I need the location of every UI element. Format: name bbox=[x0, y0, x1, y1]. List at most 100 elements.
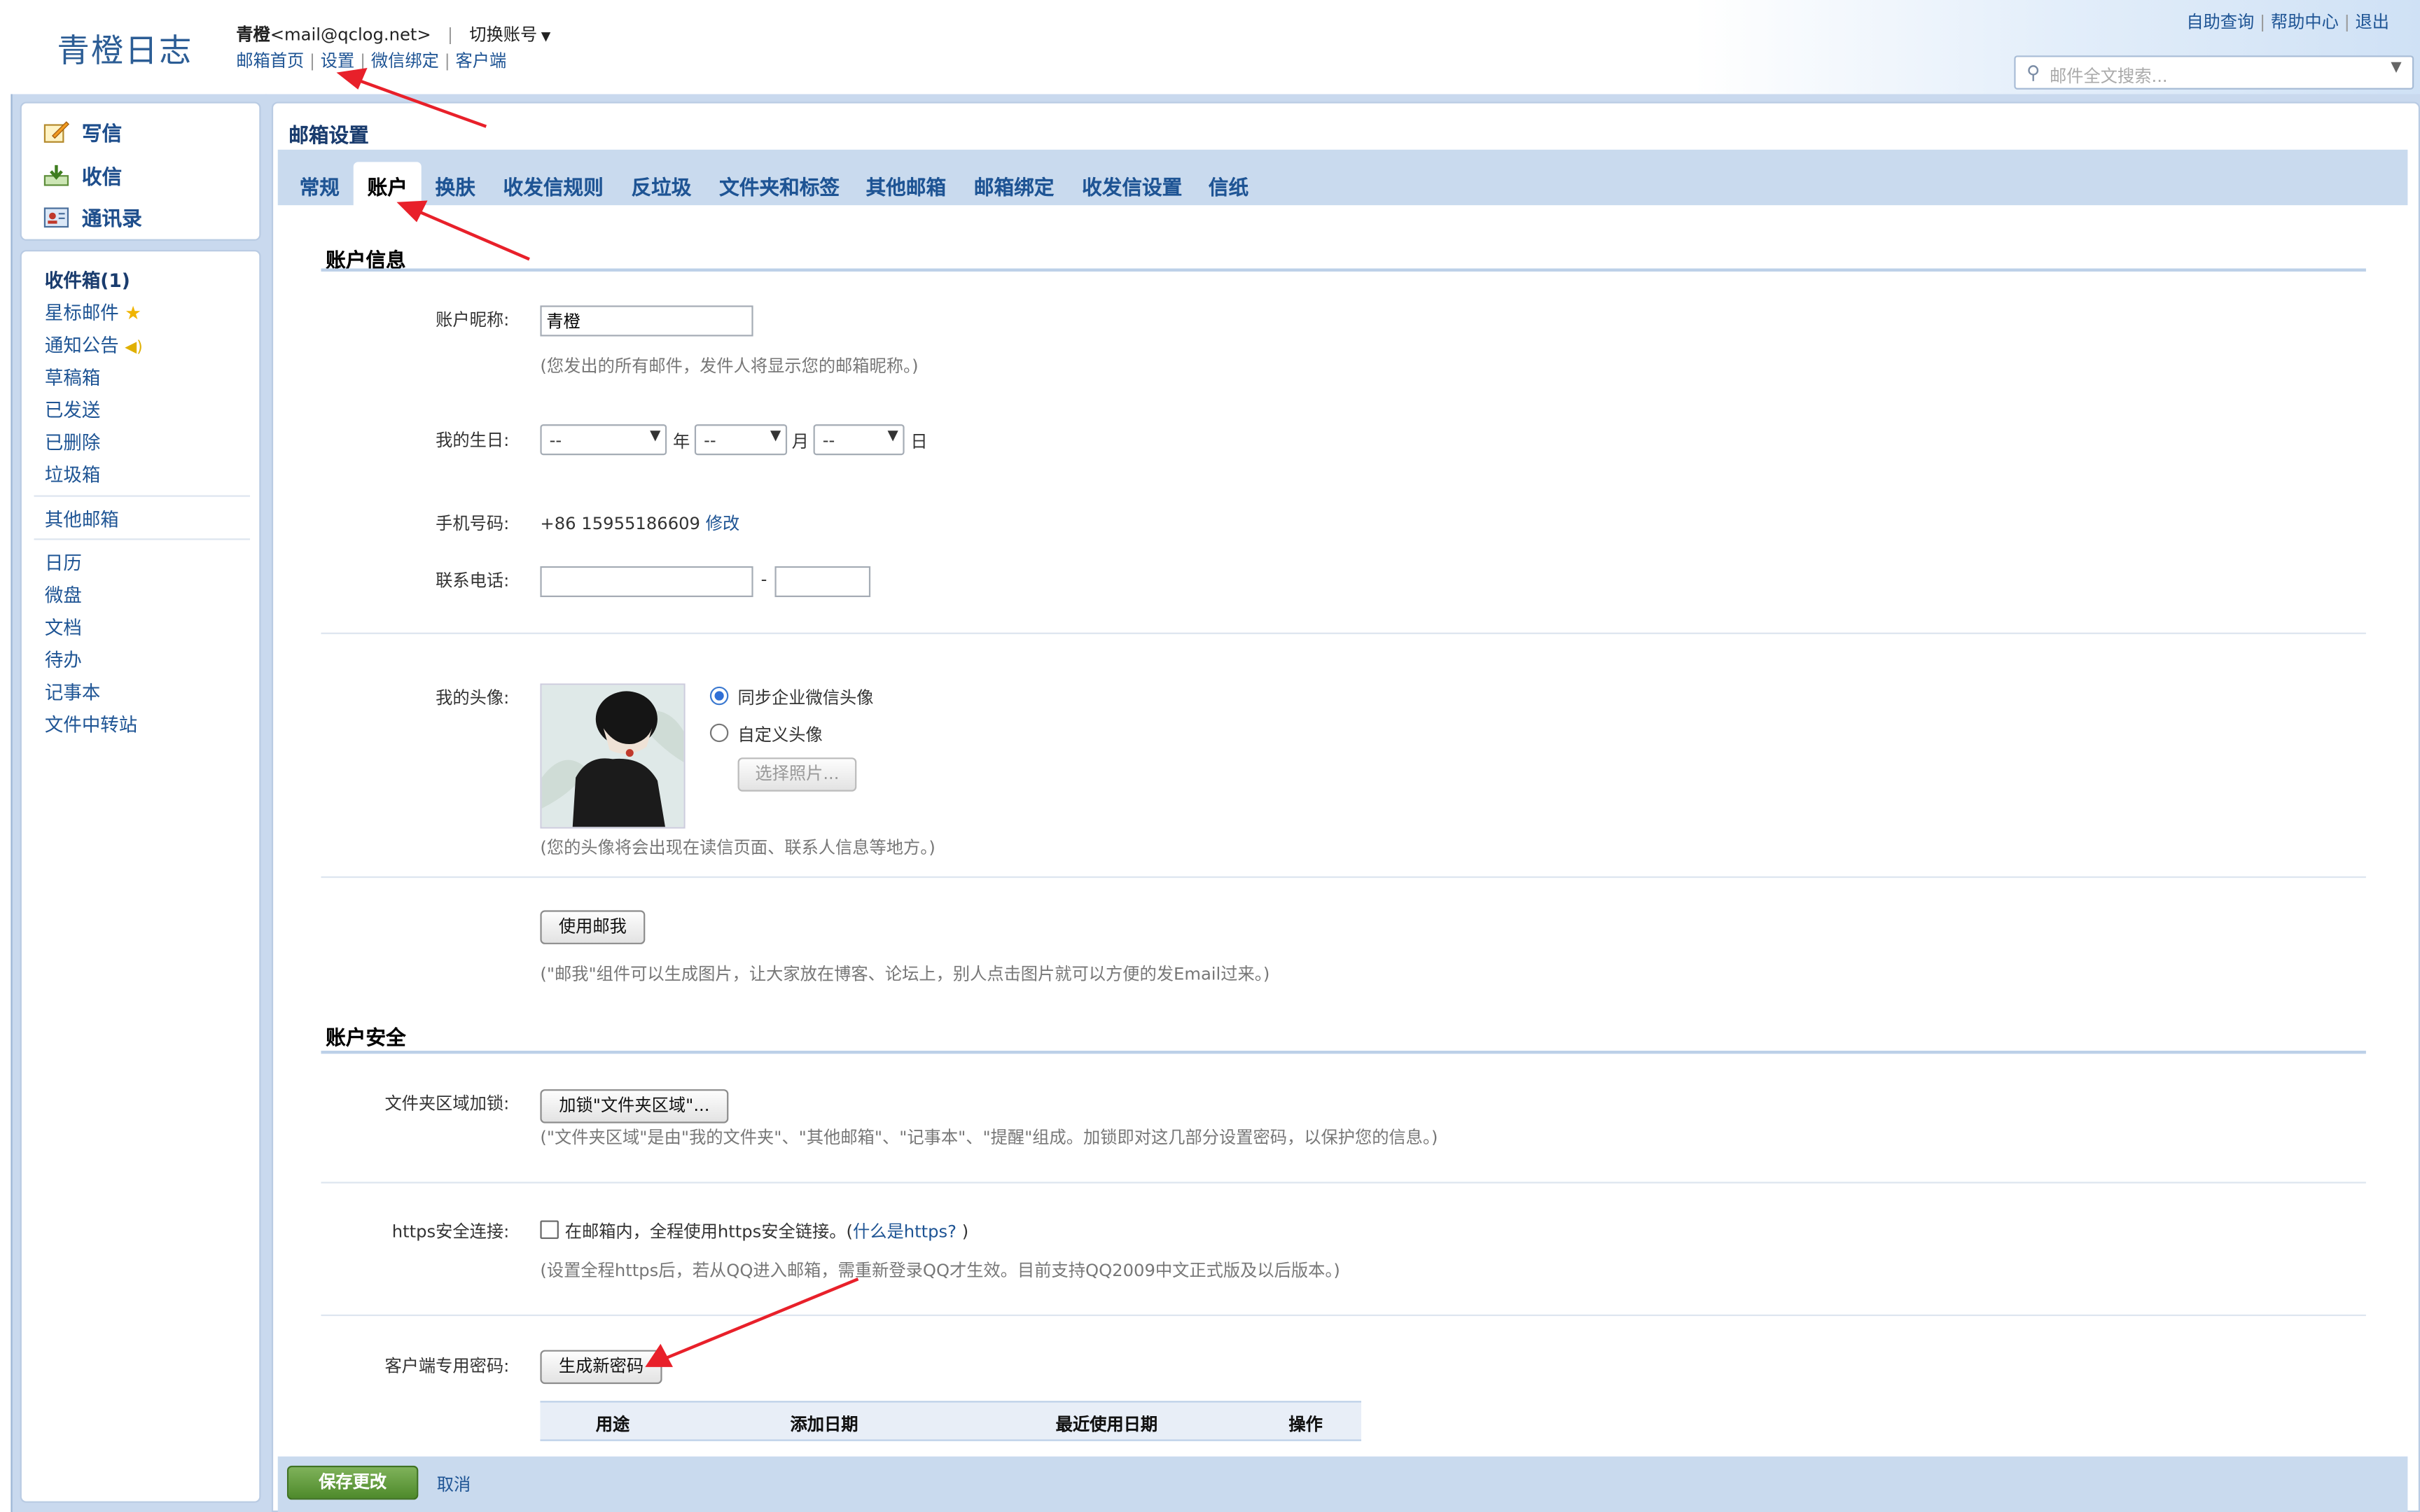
nav-settings[interactable]: 设置 bbox=[321, 51, 354, 71]
birthday-label: 我的生日: bbox=[436, 430, 510, 451]
folder-spam[interactable]: 垃圾箱 bbox=[45, 461, 100, 487]
logo: 青橙日志 bbox=[57, 32, 193, 70]
section-divider bbox=[321, 1050, 2366, 1054]
app-docs[interactable]: 文档 bbox=[45, 614, 82, 640]
mailme-hint: ("邮我"组件可以生成图片，让大家放在博客、论坛上，别人点击图片就可以方便的发E… bbox=[540, 964, 1270, 985]
folder-deleted[interactable]: 已删除 bbox=[45, 429, 100, 455]
tab-general[interactable]: 常规 bbox=[300, 172, 340, 200]
contacts-label: 通讯录 bbox=[81, 208, 142, 232]
col-purpose: 用途 bbox=[595, 1415, 630, 1435]
tab-other-mail[interactable]: 其他邮箱 bbox=[866, 172, 947, 200]
tab-mail-binding[interactable]: 邮箱绑定 bbox=[974, 172, 1055, 200]
inbox-download-icon bbox=[43, 164, 69, 186]
chevron-down-icon: ▼ bbox=[650, 428, 661, 444]
nav-wechat-bind[interactable]: 微信绑定 bbox=[371, 51, 439, 71]
star-icon: ★ bbox=[125, 302, 141, 324]
tab-send-receive-settings[interactable]: 收发信设置 bbox=[1082, 172, 1182, 200]
divider bbox=[34, 538, 251, 540]
compose-label: 写信 bbox=[81, 123, 123, 147]
birthday-month-select[interactable]: -- ▼ bbox=[694, 424, 788, 456]
contacts-button[interactable]: 通讯录 bbox=[43, 202, 142, 232]
divider bbox=[321, 876, 2366, 878]
contact-phone-area-input[interactable] bbox=[540, 566, 753, 597]
tab-stationery[interactable]: 信纸 bbox=[1209, 172, 1249, 200]
cancel-link[interactable]: 取消 bbox=[437, 1472, 471, 1497]
app-notepad[interactable]: 记事本 bbox=[45, 679, 100, 705]
app-file-transfer[interactable]: 文件中转站 bbox=[45, 711, 137, 737]
mobile-label: 手机号码: bbox=[436, 513, 510, 534]
divider bbox=[321, 1314, 2366, 1317]
page-title: 邮箱设置 bbox=[288, 125, 369, 148]
divider bbox=[321, 1182, 2366, 1184]
receive-label: 收信 bbox=[81, 167, 123, 190]
search-input[interactable]: 邮件全文搜索... bbox=[2050, 63, 2168, 88]
what-is-https-link[interactable]: 什么是https? bbox=[853, 1222, 957, 1242]
folder-lock-hint: ("文件夹区域"是由"我的文件夹"、"其他邮箱"、"记事本"、"提醒"组成。加锁… bbox=[540, 1128, 1438, 1148]
toolbox: 写信 收信 通讯录 bbox=[20, 102, 261, 241]
app-calendar[interactable]: 日历 bbox=[45, 550, 82, 575]
tab-mail-rules[interactable]: 收发信规则 bbox=[503, 172, 604, 200]
nav-client[interactable]: 客户端 bbox=[455, 51, 506, 71]
app-todo[interactable]: 待办 bbox=[45, 647, 82, 673]
col-added-date: 添加日期 bbox=[790, 1415, 858, 1435]
avatar bbox=[540, 683, 686, 829]
section-divider bbox=[321, 268, 2366, 272]
avatar-sync-radio[interactable] bbox=[709, 686, 729, 706]
folder-other-mail[interactable]: 其他邮箱 bbox=[45, 506, 119, 532]
user-email: <mail@qclog.net> bbox=[270, 24, 431, 45]
search-box[interactable]: ⚲ 邮件全文搜索... ▼ bbox=[2014, 55, 2414, 90]
logout-link[interactable]: 退出 bbox=[2355, 13, 2388, 33]
client-password-table-header: 用途 添加日期 最近使用日期 操作 bbox=[540, 1401, 1362, 1441]
folder-starred[interactable]: 星标邮件 ★ bbox=[45, 300, 141, 326]
search-dropdown-icon[interactable]: ▼ bbox=[2391, 60, 2401, 76]
footer-bar bbox=[277, 1456, 2408, 1512]
top-links: 自助查询 | 帮助中心 | 退出 bbox=[2186, 12, 2389, 33]
tab-account[interactable]: 账户 bbox=[353, 162, 422, 215]
header: 青橙日志 青橙<mail@qclog.net> | 切换账号 ▼ 邮箱首页 | … bbox=[0, 0, 2420, 96]
phone-dash: - bbox=[760, 569, 767, 589]
folder-lock-button[interactable]: 加锁"文件夹区域"... bbox=[540, 1089, 729, 1124]
tab-antispam[interactable]: 反垃圾 bbox=[631, 172, 691, 200]
nickname-label: 账户昵称: bbox=[436, 310, 510, 330]
avatar-sync-label: 同步企业微信头像 bbox=[737, 688, 874, 708]
compose-icon bbox=[43, 121, 70, 143]
generate-password-button[interactable]: 生成新密码 bbox=[540, 1350, 662, 1385]
mobile-value: +86 15955186609 修改 bbox=[540, 513, 740, 534]
year-unit: 年 bbox=[672, 432, 690, 452]
avatar-hint: (您的头像将会出现在读信页面、联系人信息等地方。) bbox=[540, 837, 936, 858]
mailme-button[interactable]: 使用邮我 bbox=[540, 910, 646, 944]
tab-skin[interactable]: 换肤 bbox=[436, 172, 475, 200]
folder-inbox[interactable]: 收件箱(1) bbox=[45, 267, 130, 293]
https-checkbox[interactable] bbox=[540, 1220, 559, 1239]
user-info: 青橙<mail@qclog.net> | 切换账号 ▼ bbox=[236, 22, 550, 46]
https-hint: (设置全程https后，若从QQ进入邮箱，需重新登录QQ才生效。目前支持QQ20… bbox=[540, 1260, 1340, 1281]
folder-notice[interactable]: 通知公告 ◀) bbox=[45, 332, 143, 358]
app-weipan[interactable]: 微盘 bbox=[45, 582, 82, 608]
avatar-custom-radio[interactable] bbox=[709, 723, 729, 743]
nickname-input[interactable] bbox=[540, 305, 753, 337]
inbox-receive-button[interactable]: 收信 bbox=[43, 160, 122, 190]
chevron-down-icon: ▼ bbox=[537, 29, 551, 43]
section-account-security-title: 账户安全 bbox=[326, 1027, 406, 1051]
folder-sent[interactable]: 已发送 bbox=[45, 396, 100, 422]
switch-account-link[interactable]: 切换账号 ▼ bbox=[469, 24, 550, 45]
col-actions: 操作 bbox=[1288, 1415, 1323, 1435]
nav-mail-home[interactable]: 邮箱首页 bbox=[236, 51, 304, 71]
birthday-year-select[interactable]: -- ▼ bbox=[540, 424, 667, 456]
chevron-down-icon: ▼ bbox=[770, 428, 781, 444]
help-center-link[interactable]: 帮助中心 bbox=[2271, 13, 2339, 33]
day-unit: 日 bbox=[910, 432, 928, 452]
self-service-link[interactable]: 自助查询 bbox=[2186, 13, 2254, 33]
contact-phone-number-input[interactable] bbox=[774, 566, 871, 597]
save-button[interactable]: 保存更改 bbox=[286, 1465, 419, 1500]
avatar-label: 我的头像: bbox=[436, 688, 510, 708]
mobile-edit-link[interactable]: 修改 bbox=[706, 514, 739, 534]
contact-phone-label: 联系电话: bbox=[436, 570, 510, 592]
compose-button[interactable]: 写信 bbox=[43, 118, 123, 147]
client-password-label: 客户端专用密码: bbox=[384, 1356, 510, 1377]
tab-folders-labels[interactable]: 文件夹和标签 bbox=[719, 172, 840, 200]
choose-photo-button[interactable]: 选择照片... bbox=[737, 757, 857, 792]
folder-drafts[interactable]: 草稿箱 bbox=[45, 364, 100, 390]
speaker-icon: ◀) bbox=[125, 339, 143, 357]
birthday-day-select[interactable]: -- ▼ bbox=[813, 424, 905, 456]
